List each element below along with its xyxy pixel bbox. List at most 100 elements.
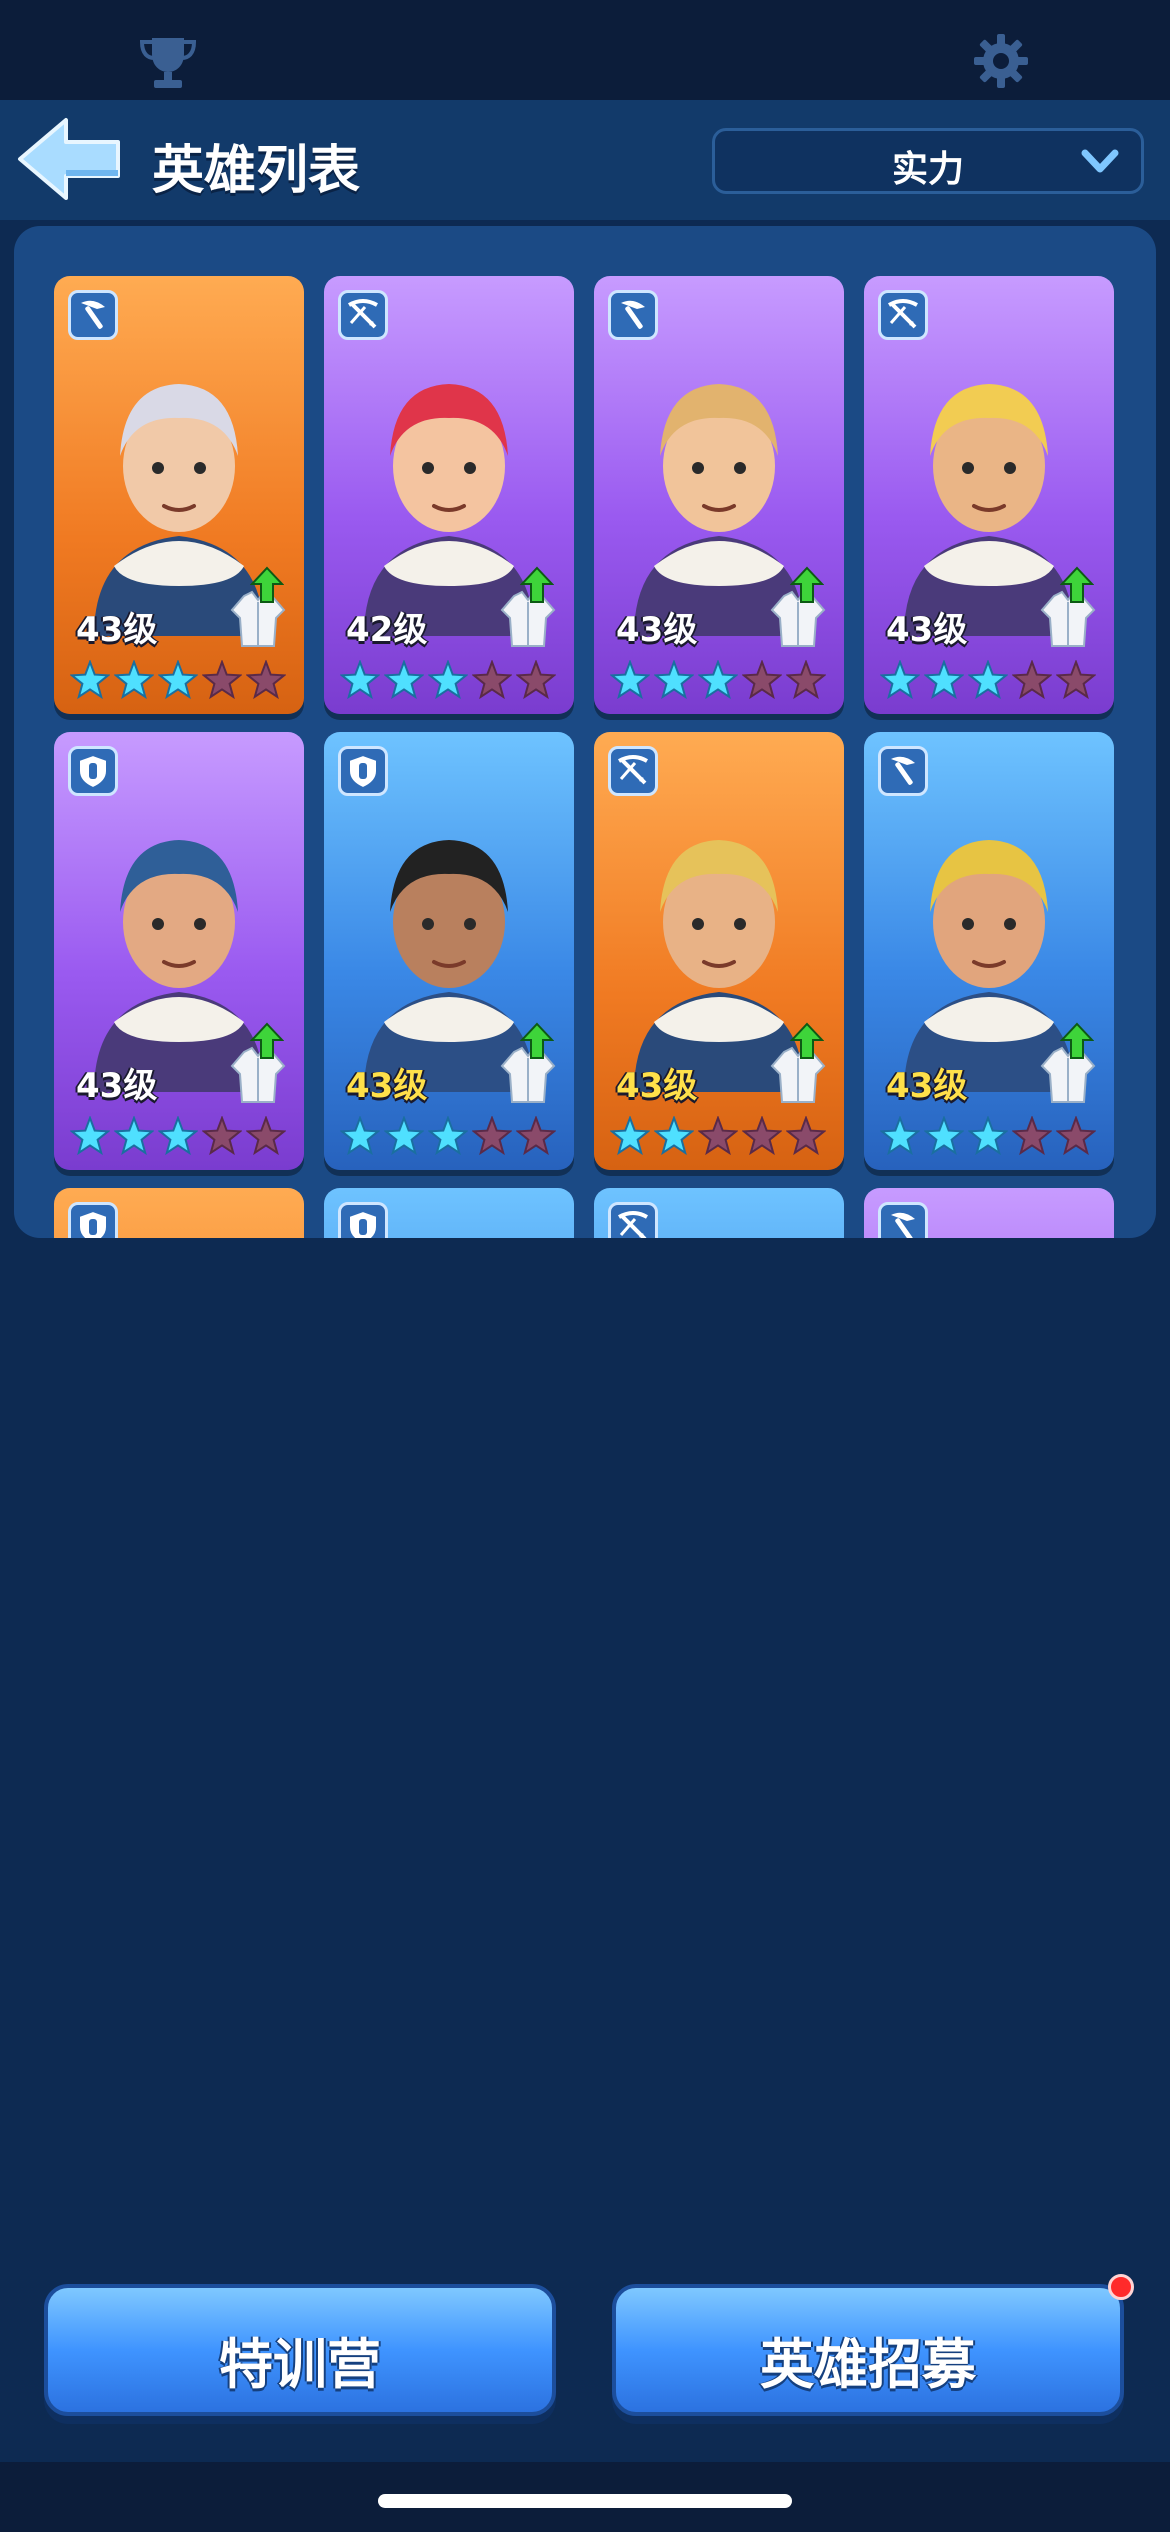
star-icon	[246, 1116, 286, 1156]
star-icon	[340, 1116, 380, 1156]
star-icon	[654, 1116, 694, 1156]
crossbow-role-icon	[608, 746, 658, 796]
hero-card[interactable]: 43级	[594, 732, 844, 1170]
star-rating	[610, 660, 830, 700]
star-icon	[968, 660, 1008, 700]
home-indicator[interactable]	[378, 2494, 792, 2508]
hero-level: 43级	[886, 1066, 968, 1106]
hero-recruit-button[interactable]: 英雄招募	[612, 2284, 1124, 2416]
star-rating	[880, 660, 1100, 700]
star-icon	[472, 660, 512, 700]
star-icon	[202, 1116, 242, 1156]
hero-card[interactable]: 42级	[324, 276, 574, 714]
training-camp-button[interactable]: 特训营	[44, 2284, 556, 2416]
upgrade-arrow-icon	[790, 1022, 824, 1059]
upgrade-arrow-icon	[1060, 1022, 1094, 1059]
shield-role-icon	[338, 1202, 388, 1238]
star-rating	[880, 1116, 1100, 1156]
upgrade-arrow-icon	[520, 1022, 554, 1059]
page-title: 英雄列表	[152, 141, 361, 201]
hero-recruit-label: 英雄招募	[760, 2333, 976, 2396]
star-icon	[698, 1116, 738, 1156]
page-header: 英雄列表 实力	[0, 100, 1170, 220]
hero-level: 43级	[76, 610, 158, 650]
star-icon	[610, 660, 650, 700]
star-icon	[114, 1116, 154, 1156]
hero-card[interactable]: 43级	[54, 1188, 304, 1238]
chevron-down-icon	[1081, 149, 1119, 173]
star-icon	[1012, 1116, 1052, 1156]
star-icon	[1012, 660, 1052, 700]
hero-card[interactable]: 43级	[54, 276, 304, 714]
star-icon	[742, 660, 782, 700]
crossbow-role-icon	[608, 1202, 658, 1238]
star-icon	[786, 660, 826, 700]
hero-card[interactable]: 43级	[54, 732, 304, 1170]
hero-level: 43级	[616, 610, 698, 650]
star-icon	[340, 660, 380, 700]
star-rating	[340, 660, 560, 700]
hero-level: 43级	[76, 1066, 158, 1106]
pickaxe-role-icon	[68, 290, 118, 340]
settings-gear-icon[interactable]	[972, 32, 1030, 90]
star-icon	[516, 1116, 556, 1156]
star-icon	[1056, 660, 1096, 700]
star-icon	[472, 1116, 512, 1156]
star-icon	[698, 660, 738, 700]
pickaxe-role-icon	[608, 290, 658, 340]
star-icon	[610, 1116, 650, 1156]
star-rating	[610, 1116, 830, 1156]
hero-card[interactable]: 43级	[324, 732, 574, 1170]
star-icon	[428, 1116, 468, 1156]
sort-selected-label: 实力	[891, 149, 964, 190]
star-icon	[158, 1116, 198, 1156]
hero-card[interactable]: 43级	[864, 276, 1114, 714]
star-icon	[968, 1116, 1008, 1156]
star-icon	[70, 660, 110, 700]
upgrade-arrow-icon	[250, 1022, 284, 1059]
training-camp-label: 特训营	[219, 2333, 381, 2396]
star-icon	[202, 660, 242, 700]
top-nav-bar	[0, 0, 1170, 100]
shield-role-icon	[338, 746, 388, 796]
star-rating	[340, 1116, 560, 1156]
hero-card[interactable]: 43级	[594, 1188, 844, 1238]
star-icon	[158, 660, 198, 700]
star-icon	[1056, 1116, 1096, 1156]
back-arrow-button[interactable]	[14, 114, 124, 204]
star-icon	[516, 660, 556, 700]
shield-role-icon	[68, 1202, 118, 1238]
star-rating	[70, 1116, 290, 1156]
hero-level: 43级	[886, 610, 968, 650]
crossbow-role-icon	[338, 290, 388, 340]
star-icon	[742, 1116, 782, 1156]
trophy-icon[interactable]	[138, 36, 198, 88]
star-icon	[428, 660, 468, 700]
star-icon	[654, 660, 694, 700]
pickaxe-role-icon	[878, 746, 928, 796]
hero-level: 43级	[616, 1066, 698, 1106]
star-icon	[786, 1116, 826, 1156]
upgrade-arrow-icon	[790, 566, 824, 603]
hero-grid-panel[interactable]: 43级42级43级43级43级43级43级43级43级34级43级43级34级5…	[14, 226, 1156, 1238]
star-icon	[924, 660, 964, 700]
crossbow-role-icon	[878, 290, 928, 340]
hero-card[interactable]: 43级	[594, 276, 844, 714]
pickaxe-role-icon	[878, 1202, 928, 1238]
sort-dropdown[interactable]: 实力	[712, 128, 1144, 194]
upgrade-arrow-icon	[520, 566, 554, 603]
hero-level: 42级	[346, 610, 428, 650]
upgrade-arrow-icon	[1060, 566, 1094, 603]
star-icon	[384, 1116, 424, 1156]
shield-role-icon	[68, 746, 118, 796]
star-icon	[384, 660, 424, 700]
upgrade-arrow-icon	[250, 566, 284, 603]
star-icon	[70, 1116, 110, 1156]
star-icon	[924, 1116, 964, 1156]
hero-card[interactable]: 34级	[324, 1188, 574, 1238]
hero-card[interactable]: 43级	[864, 1188, 1114, 1238]
hero-level: 43级	[346, 1066, 428, 1106]
star-rating	[70, 660, 290, 700]
star-icon	[246, 660, 286, 700]
hero-card[interactable]: 43级	[864, 732, 1114, 1170]
